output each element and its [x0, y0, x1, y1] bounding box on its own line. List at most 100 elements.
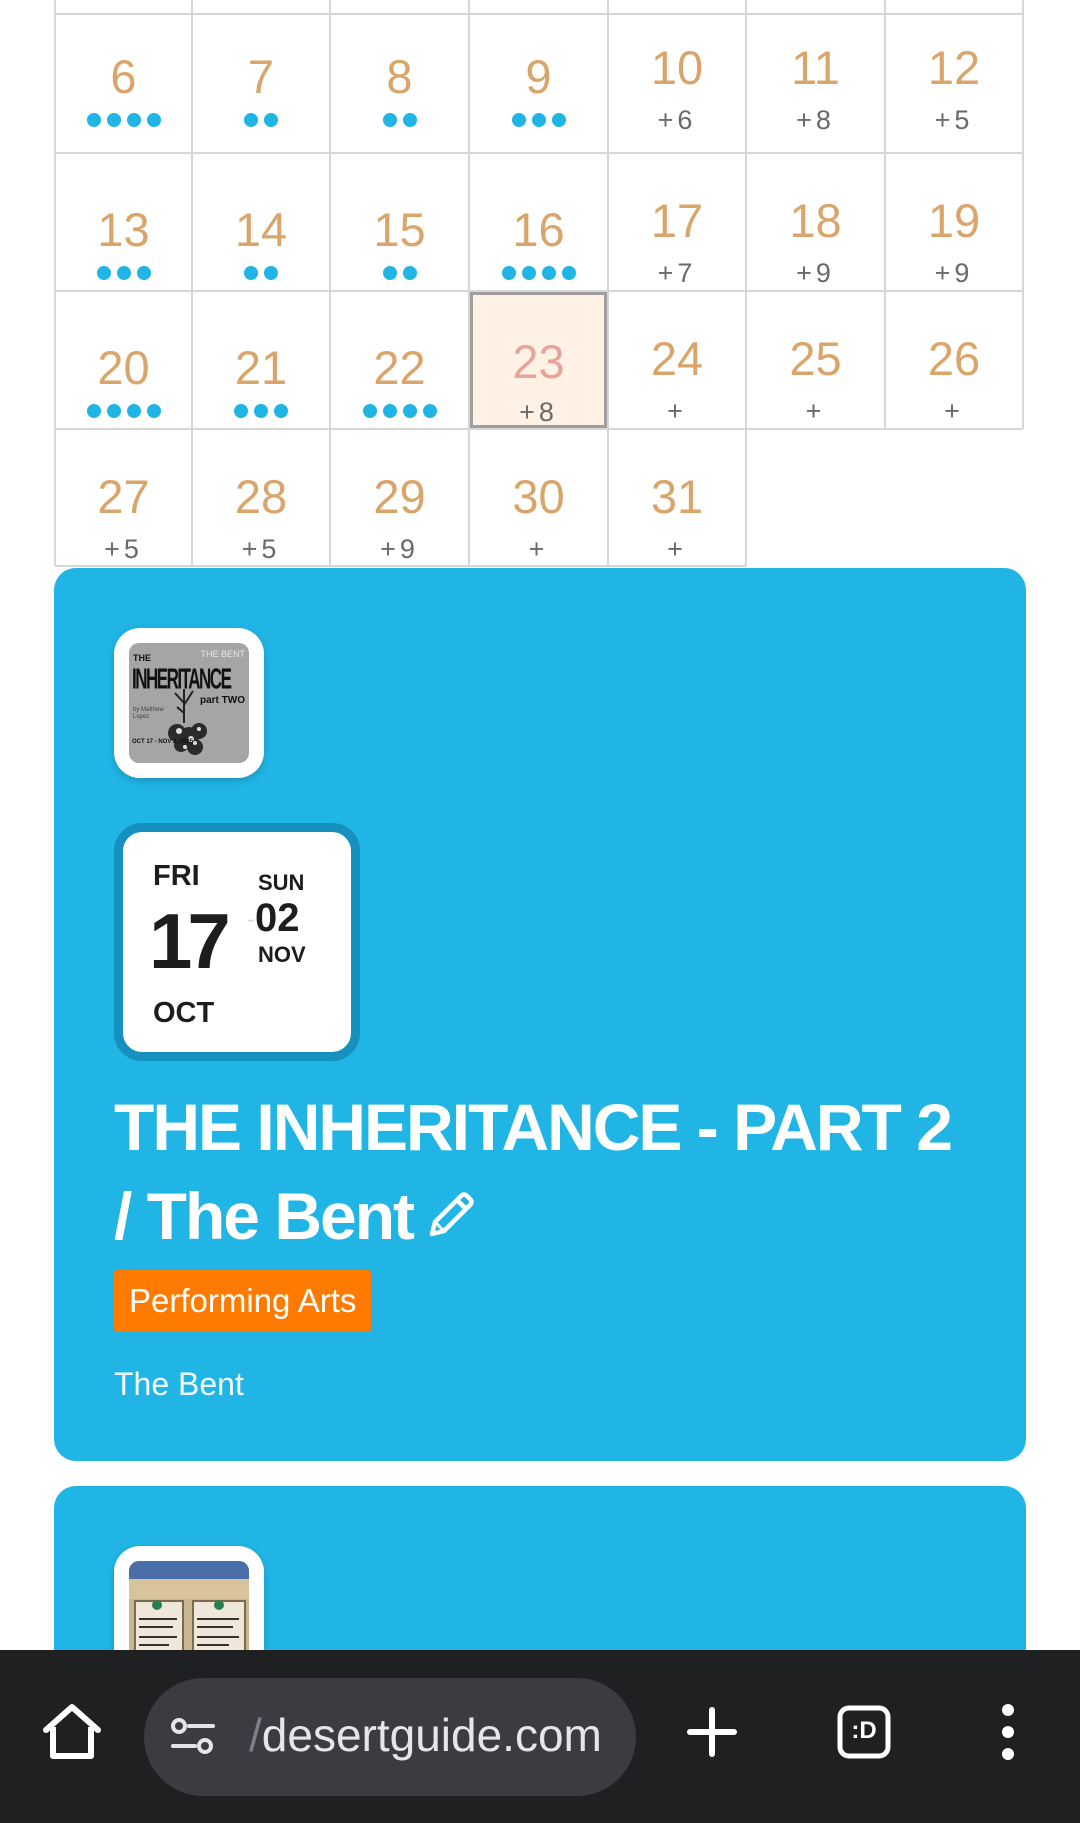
calendar-day[interactable]: 18 +9	[747, 154, 884, 290]
more-events-count: +6	[657, 105, 697, 135]
calendar-day[interactable]: 11 +8	[747, 15, 884, 152]
calendar-day[interactable]: 26 +	[886, 292, 1022, 428]
home-button[interactable]	[40, 1700, 104, 1764]
event-dot	[244, 113, 258, 127]
site-settings-icon[interactable]	[169, 1712, 219, 1762]
more-menu-icon[interactable]	[996, 1700, 1020, 1764]
event-dot	[234, 404, 248, 418]
more-events-count: +7	[657, 258, 697, 288]
event-dots	[331, 266, 468, 280]
event-dots	[56, 404, 191, 418]
more-events-count: +8	[519, 397, 558, 427]
calendar-day[interactable]: 22	[331, 292, 468, 428]
address-bar[interactable]: /desertguide.com	[144, 1678, 636, 1796]
date-separator: -	[247, 906, 255, 933]
day-number: 14	[234, 203, 288, 256]
event-dots	[331, 113, 468, 127]
event-dot	[402, 113, 417, 127]
calendar-day[interactable]: 16	[470, 154, 607, 290]
event-dot	[254, 404, 268, 418]
edit-pencil-icon[interactable]	[423, 1187, 479, 1243]
event-dot	[521, 266, 536, 280]
calendar-day[interactable]: 12 +5	[886, 15, 1022, 152]
calendar-day[interactable]: 21	[193, 292, 329, 428]
day-number: 31	[650, 470, 704, 523]
more-events-count: +	[667, 534, 687, 564]
calendar-day[interactable]: 6	[56, 15, 191, 152]
day-number: 13	[97, 203, 150, 256]
start-day: 17	[149, 897, 231, 985]
event-dot	[362, 404, 377, 418]
event-dot	[531, 113, 546, 127]
event-venue[interactable]: The Bent	[114, 1366, 244, 1403]
calendar-day[interactable]: 27 +5	[56, 430, 191, 565]
event-dot	[136, 266, 151, 280]
day-number: 27	[97, 470, 150, 523]
event-dot	[126, 404, 141, 418]
day-number: 21	[234, 341, 288, 394]
url-prefix: /	[249, 1709, 262, 1761]
day-number: 12	[927, 41, 981, 94]
event-title-text[interactable]: THE INHERITANCE - PART 2 / The Bent	[114, 1090, 953, 1253]
event-dot	[382, 404, 397, 418]
day-number: 10	[650, 41, 704, 94]
calendar-day[interactable]: 9	[470, 15, 607, 152]
more-events-count: +9	[380, 534, 419, 564]
event-dot	[264, 266, 278, 280]
day-number: 18	[789, 194, 842, 247]
event-dot	[86, 113, 101, 127]
grid-line	[1022, 0, 1024, 429]
event-dot	[96, 266, 111, 280]
calendar-day[interactable]: 29 +9	[331, 430, 468, 565]
more-events-count: +	[944, 396, 964, 426]
calendar-day[interactable]: 20	[56, 292, 191, 428]
url-text[interactable]: /desertguide.com	[249, 1712, 602, 1758]
new-tab-icon[interactable]	[686, 1706, 738, 1758]
day-number: 29	[373, 470, 426, 523]
calendar-day[interactable]: 14	[193, 154, 329, 290]
calendar-day-today[interactable]: 23 +8	[470, 292, 607, 428]
calendar-day[interactable]: 17 +7	[609, 154, 745, 290]
day-number: 9	[525, 50, 552, 103]
event-dot	[274, 404, 288, 418]
url-domain[interactable]: desertguide.com	[262, 1709, 602, 1761]
event-dot	[511, 113, 526, 127]
event-dots	[331, 404, 468, 418]
poster-dates: OCT 17 - NOV 2, 2025	[132, 739, 194, 745]
day-number: 15	[373, 203, 426, 256]
new-tab-button[interactable]	[686, 1706, 738, 1758]
event-dot	[146, 404, 161, 418]
event-dots	[193, 266, 329, 280]
calendar-day[interactable]: 10 +6	[609, 15, 745, 152]
day-number: 23	[512, 335, 565, 388]
event-thumbnail[interactable]: THE BENT THE INHERITANCE part TWO by Mat…	[114, 628, 264, 778]
calendar-day[interactable]: 7	[193, 15, 329, 152]
calendar-day[interactable]: 31 +	[609, 430, 745, 565]
tab-switcher-button[interactable]: :D	[836, 1704, 892, 1760]
calendar-day[interactable]: 8	[331, 15, 468, 152]
category-badge[interactable]: Performing Arts	[114, 1270, 372, 1332]
calendar-day[interactable]: 25 +	[747, 292, 884, 428]
end-month: NOV	[258, 942, 306, 967]
more-events-count: +5	[104, 534, 143, 564]
calendar-day[interactable]: 28 +5	[193, 430, 329, 565]
event-dot	[382, 113, 397, 127]
more-events-count: +5	[934, 105, 974, 135]
day-number: 7	[247, 50, 275, 103]
event-dot	[86, 404, 101, 418]
calendar-day[interactable]: 13	[56, 154, 191, 290]
more-events-count: +9	[934, 258, 974, 288]
event-title[interactable]: THE INHERITANCE - PART 2 / The Bent	[114, 1083, 974, 1261]
event-dot	[264, 113, 278, 127]
event-dots	[470, 266, 607, 280]
calendar-day[interactable]: 19 +9	[886, 154, 1022, 290]
end-weekday: SUN	[258, 870, 305, 895]
grid-line	[55, 565, 746, 567]
event-card[interactable]: THE BENT THE INHERITANCE part TWO by Mat…	[54, 568, 1026, 1461]
calendar-day[interactable]: 15	[331, 154, 468, 290]
home-icon[interactable]	[40, 1700, 104, 1764]
event-dots	[56, 266, 191, 280]
calendar-day[interactable]: 30 +	[470, 430, 607, 565]
more-menu-button[interactable]	[996, 1700, 1020, 1764]
calendar-day[interactable]: 24 +	[609, 292, 745, 428]
